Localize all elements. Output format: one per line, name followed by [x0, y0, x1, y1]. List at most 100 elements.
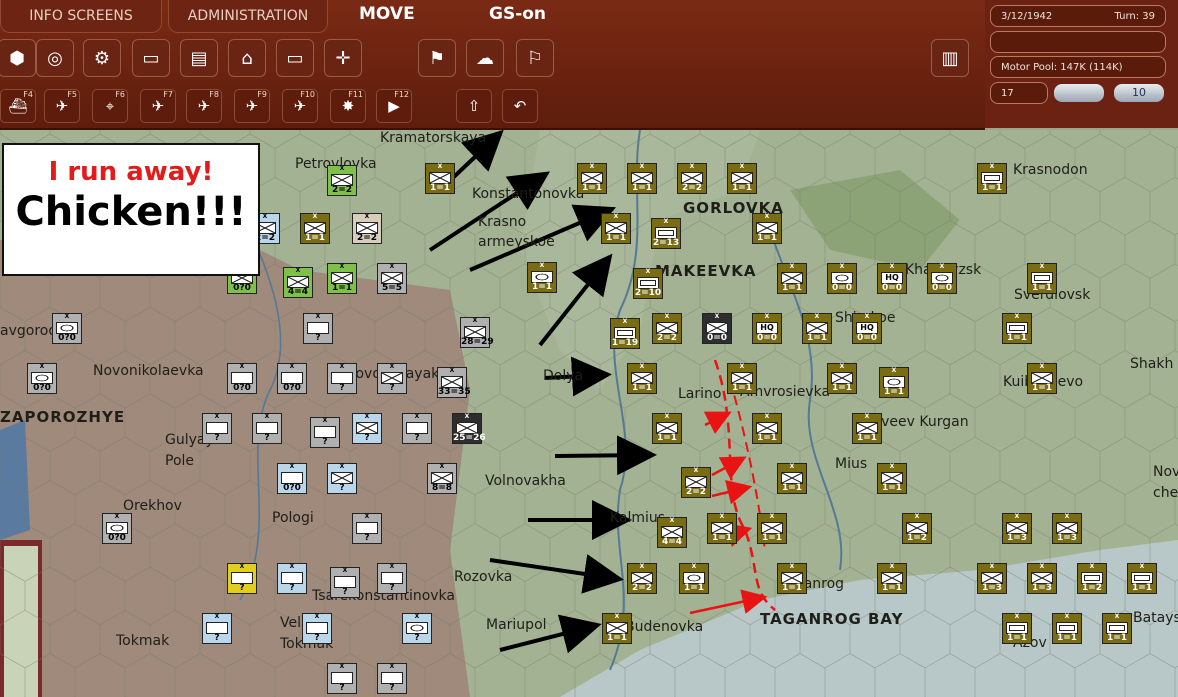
mode-move[interactable]: MOVE	[359, 4, 415, 24]
unit-counter[interactable]: X 0?0	[227, 363, 257, 394]
unit-counter[interactable]: X?	[310, 417, 340, 448]
fighter-icon[interactable]: ✈ F7	[140, 89, 176, 123]
unit-counter[interactable]: X 1=1	[1127, 563, 1157, 594]
unit-counter[interactable]: X 2=10	[633, 268, 663, 299]
unit-counter[interactable]: X 2=13	[651, 218, 681, 249]
unit-counter[interactable]: X?	[252, 413, 282, 444]
stack-icon[interactable]: ▥	[931, 39, 969, 77]
unit-counter[interactable]: X 0=0	[702, 313, 732, 344]
unit-counter[interactable]: X HQ 0=0	[852, 313, 882, 344]
unit-counter[interactable]: X?	[303, 313, 333, 344]
upload-icon[interactable]: ⇧	[456, 89, 492, 123]
unit-counter[interactable]: X 1=1	[1102, 613, 1132, 644]
unit-counter[interactable]: X 1=1	[425, 163, 455, 194]
unit-counter[interactable]: X?	[352, 513, 382, 544]
unit-counter[interactable]: X 1=1	[601, 213, 631, 244]
weather-icon[interactable]: ☁	[466, 39, 504, 77]
unit-counter[interactable]: X?	[402, 613, 432, 644]
unit-frame-icon[interactable]: ◎	[36, 39, 74, 77]
rectangle-icon[interactable]: ▭	[276, 39, 314, 77]
unit-counter[interactable]: X 1=1	[852, 413, 882, 444]
unit-counter[interactable]: X 0=0	[927, 263, 957, 294]
unit-counter[interactable]: X?	[377, 563, 407, 594]
unit-counter[interactable]: X 28=29	[460, 317, 494, 348]
supply-icon[interactable]: ▤	[180, 39, 218, 77]
unit-counter[interactable]: X?	[377, 663, 407, 694]
unit-counter[interactable]: X 2=2	[327, 165, 357, 196]
unit-counter[interactable]: X 1=3	[1002, 513, 1032, 544]
gear-icon[interactable]: ⚙	[83, 39, 121, 77]
unit-counter[interactable]: X 33=35	[437, 367, 471, 398]
unit-counter[interactable]: X 1=1	[777, 263, 807, 294]
unit-counter[interactable]: X 1=1	[802, 313, 832, 344]
unit-counter[interactable]: X 2=2	[627, 563, 657, 594]
unit-counter[interactable]: X 1=1	[1002, 613, 1032, 644]
unit-counter[interactable]: X 1=1	[752, 413, 782, 444]
unit-counter[interactable]: X 1=1	[1027, 263, 1057, 294]
unit-counter[interactable]: X?	[202, 613, 232, 644]
unit-counter[interactable]: X 1=1	[300, 213, 330, 244]
unit-counter[interactable]: X 8=8	[427, 463, 457, 494]
naval-icon[interactable]: ⛴ F4	[0, 89, 36, 123]
unit-counter[interactable]: X 4=4	[283, 267, 313, 298]
unit-counter[interactable]: X 2=2	[352, 213, 382, 244]
unit-counter[interactable]: X 1=1	[727, 163, 757, 194]
unit-counter[interactable]: X?	[377, 363, 407, 394]
unit-counter[interactable]: X 1=1	[627, 163, 657, 194]
unit-counter[interactable]: X HQ 0=0	[752, 313, 782, 344]
interdiction-icon[interactable]: ✈ F10	[282, 89, 318, 123]
unit-counter[interactable]: X 0?0	[102, 513, 132, 544]
unit-counter[interactable]: X 1=1	[1052, 613, 1082, 644]
unit-counter[interactable]: X 1=19	[610, 318, 640, 349]
unit-counter[interactable]: X HQ 0=0	[877, 263, 907, 294]
unit-counter[interactable]: X 1=1	[977, 163, 1007, 194]
unit-counter[interactable]: X 1=1	[877, 563, 907, 594]
tab-administration[interactable]: ADMINISTRATION	[168, 0, 328, 33]
unit-counter[interactable]: X 1=1	[827, 363, 857, 394]
unit-counter[interactable]: X 25=26	[452, 413, 486, 444]
unit-counter[interactable]: X 1=1	[777, 463, 807, 494]
unit-counter[interactable]: X 1=1	[1027, 363, 1057, 394]
explosion-icon[interactable]: ✸ F11	[330, 89, 366, 123]
unit-counter[interactable]: X 1=1	[627, 363, 657, 394]
unit-counter[interactable]: X?	[227, 563, 257, 594]
unit-counter[interactable]: X 1=1	[1002, 313, 1032, 344]
ground-attack-icon[interactable]: ✈ F9	[234, 89, 270, 123]
mode-gs-on[interactable]: GS-on	[489, 4, 546, 24]
flag-move-icon[interactable]: ⚑	[418, 39, 456, 77]
unit-counter[interactable]: X?	[402, 413, 432, 444]
play-icon[interactable]: ▶ F12	[376, 89, 412, 123]
unit-counter[interactable]: X?	[330, 567, 360, 598]
unit-counter[interactable]: X 1=1	[327, 263, 357, 294]
recon-icon[interactable]: ✈ F5	[44, 89, 80, 123]
unit-counter[interactable]: X 1=3	[1052, 513, 1082, 544]
unit-icon[interactable]: ▭	[132, 39, 170, 77]
unit-counter[interactable]: X 0?0	[277, 363, 307, 394]
unit-counter[interactable]: X 5=5	[377, 263, 407, 294]
unit-counter[interactable]: X 0=0	[827, 263, 857, 294]
factory-icon[interactable]: ⌂	[228, 39, 266, 77]
unit-counter[interactable]: X 4=4	[657, 517, 687, 548]
unit-counter[interactable]: X 2=2	[652, 313, 682, 344]
hex-grid-icon[interactable]: ⬢	[0, 39, 36, 77]
unit-counter[interactable]: X?	[327, 663, 357, 694]
unit-counter[interactable]: X 2=2	[677, 163, 707, 194]
unit-counter[interactable]: X 1=1	[679, 563, 709, 594]
unit-counter[interactable]: X 1=2	[902, 513, 932, 544]
unit-counter[interactable]: X 2=2	[681, 467, 711, 498]
train-icon[interactable]	[1054, 84, 1104, 102]
tab-info-screens[interactable]: INFO SCREENS	[0, 0, 162, 33]
unit-counter[interactable]: X 1=3	[1027, 563, 1057, 594]
unit-counter[interactable]: X 1=1	[879, 367, 909, 398]
unit-counter[interactable]: X?	[277, 563, 307, 594]
unit-counter[interactable]: X 1=1	[752, 213, 782, 244]
unit-counter[interactable]: X?	[327, 363, 357, 394]
artillery-icon[interactable]: ⌖ F6	[92, 89, 128, 123]
target-icon[interactable]: ✛	[324, 39, 362, 77]
unit-counter[interactable]: X 1=1	[527, 262, 557, 293]
unit-counter[interactable]: X 1=1	[602, 613, 632, 644]
unit-counter[interactable]: X 0?0	[52, 313, 82, 344]
unit-counter[interactable]: X 0?0	[27, 363, 57, 394]
unit-counter[interactable]: X 1=3	[977, 563, 1007, 594]
unit-counter[interactable]: X 1=1	[652, 413, 682, 444]
